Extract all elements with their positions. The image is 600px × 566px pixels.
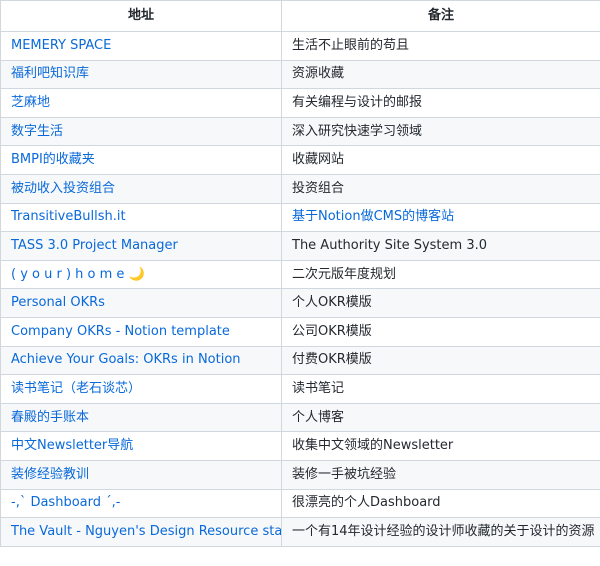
address-cell: Personal OKRs — [0, 288, 282, 318]
note-cell: 深入研究快速学习领域 — [281, 116, 600, 147]
header-note: 备注 — [281, 0, 600, 32]
address-cell: 福利吧知识库 — [0, 59, 282, 90]
table-row: 中文Newsletter导航 收集中文领域的Newsletter — [0, 431, 600, 461]
note-cell: 装修一手被坑经验 — [281, 459, 600, 490]
table-row: ( y o u r ) h o m e 🌙 二次元版年度规划 — [0, 259, 600, 290]
site-link[interactable]: 装修经验教训 — [11, 467, 89, 482]
table-body: MEMERY SPACE 生活不止眼前的苟且福利吧知识库 资源收藏芝麻地 有关编程与设… — [0, 31, 600, 547]
header-address: 地址 — [0, 0, 282, 32]
table-row: 被动收入投资组合 投资组合 — [0, 173, 600, 204]
note-text: 公司OKR模版 — [292, 323, 372, 339]
address-cell: 装修经验教训 — [0, 459, 282, 490]
note-text: 很漂亮的个人Dashboard — [292, 495, 441, 511]
site-link[interactable]: The Vault - Nguyen's Design Resource sta… — [11, 524, 281, 539]
note-text: 深入研究快速学习领域 — [292, 123, 423, 139]
table-row: 数字生活 深入研究快速学习领域 — [0, 116, 600, 147]
site-link[interactable]: 中文Newsletter导航 — [11, 438, 133, 453]
address-cell: 春殿的手账本 — [0, 402, 282, 433]
note-cell: 付费OKR模版 — [281, 345, 600, 376]
note-text: 投资组合 — [292, 180, 345, 196]
address-cell: 读书笔记（老石谈芯） — [0, 374, 282, 404]
note-text: 收集中文领域的Newsletter — [292, 438, 454, 454]
note-cell: 投资组合 — [281, 173, 600, 204]
table-row: MEMERY SPACE 生活不止眼前的苟且 — [0, 31, 600, 61]
note-cell: 二次元版年度规划 — [281, 259, 600, 290]
note-link[interactable]: 基于Notion做CMS的博客站 — [292, 209, 454, 224]
site-link[interactable]: 读书笔记（老石谈芯） — [11, 381, 141, 396]
address-cell: 中文Newsletter导航 — [0, 431, 282, 461]
table-row: BMPI的收藏夹 收藏网站 — [0, 145, 600, 175]
address-cell: 数字生活 — [0, 116, 282, 147]
note-text: 资源收藏 — [292, 66, 345, 82]
site-link[interactable]: MEMERY SPACE — [11, 38, 111, 53]
note-cell: 很漂亮的个人Dashboard — [281, 488, 600, 519]
note-text: 读书笔记 — [292, 380, 345, 396]
table-row: Company OKRs - Notion template 公司OKR模版 — [0, 316, 600, 347]
note-text: 一个有14年设计经验的设计师收藏的关于设计的资源 — [292, 523, 595, 539]
site-link[interactable]: Personal OKRs — [11, 295, 105, 310]
address-cell: 被动收入投资组合 — [0, 173, 282, 204]
address-cell: TASS 3.0 Project Manager — [0, 231, 282, 261]
note-cell: 个人OKR模版 — [281, 288, 600, 318]
table-row: 福利吧知识库 资源收藏 — [0, 59, 600, 90]
note-text: 二次元版年度规划 — [292, 266, 397, 282]
address-cell: TransitiveBullsh.it — [0, 202, 282, 233]
address-cell: The Vault - Nguyen's Design Resource sta… — [0, 517, 282, 547]
note-cell: 读书笔记 — [281, 374, 600, 404]
site-link[interactable]: BMPI的收藏夹 — [11, 152, 95, 167]
note-text: 个人博客 — [292, 409, 345, 425]
note-text: 个人OKR模版 — [292, 295, 372, 311]
site-link[interactable]: TransitiveBullsh.it — [11, 209, 126, 224]
address-cell: BMPI的收藏夹 — [0, 145, 282, 175]
site-link[interactable]: 春殿的手账本 — [11, 410, 89, 425]
note-cell: 收集中文领域的Newsletter — [281, 431, 600, 461]
site-link[interactable]: ( y o u r ) h o m e 🌙 — [11, 267, 145, 282]
address-cell: MEMERY SPACE — [0, 31, 282, 61]
note-cell: 公司OKR模版 — [281, 316, 600, 347]
site-link[interactable]: Achieve Your Goals: OKRs in Notion — [11, 352, 241, 367]
address-cell: ( y o u r ) h o m e 🌙 — [0, 259, 282, 290]
table-row: Personal OKRs 个人OKR模版 — [0, 288, 600, 318]
table-row: Achieve Your Goals: OKRs in Notion 付费OKR模… — [0, 345, 600, 376]
site-link[interactable]: 数字生活 — [11, 124, 63, 139]
note-cell: 一个有14年设计经验的设计师收藏的关于设计的资源 — [281, 517, 600, 547]
table-row: -,` Dashboard ´,- 很漂亮的个人Dashboard — [0, 488, 600, 519]
note-text: 付费OKR模版 — [292, 352, 372, 368]
table-row: 装修经验教训 装修一手被坑经验 — [0, 459, 600, 490]
address-cell: Achieve Your Goals: OKRs in Notion — [0, 345, 282, 376]
note-cell: 个人博客 — [281, 402, 600, 433]
note-text: 收藏网站 — [292, 152, 345, 168]
site-link[interactable]: -,` Dashboard ´,- — [11, 495, 120, 510]
site-link[interactable]: 福利吧知识库 — [11, 66, 89, 81]
site-link[interactable]: TASS 3.0 Project Manager — [11, 238, 178, 253]
table-row: TASS 3.0 Project Manager The Authority Si… — [0, 231, 600, 261]
note-cell: 生活不止眼前的苟且 — [281, 31, 600, 61]
note-cell: 资源收藏 — [281, 59, 600, 90]
table-row: 读书笔记（老石谈芯） 读书笔记 — [0, 374, 600, 404]
note-cell: 收藏网站 — [281, 145, 600, 175]
site-link[interactable]: 芝麻地 — [11, 95, 50, 110]
note-cell: 基于Notion做CMS的博客站 — [281, 202, 600, 233]
table-header-row: 地址 备注 — [0, 0, 600, 32]
table-row: 春殿的手账本 个人博客 — [0, 402, 600, 433]
address-cell: 芝麻地 — [0, 88, 282, 118]
table-row: TransitiveBullsh.it 基于Notion做CMS的博客站 — [0, 202, 600, 233]
note-text: 装修一手被坑经验 — [292, 466, 397, 482]
table-row: The Vault - Nguyen's Design Resource sta… — [0, 517, 600, 547]
note-text: The Authority Site System 3.0 — [292, 237, 487, 253]
address-cell: -,` Dashboard ´,- — [0, 488, 282, 519]
note-text: 有关编程与设计的邮报 — [292, 94, 423, 110]
site-link[interactable]: Company OKRs - Notion template — [11, 324, 230, 339]
resource-table: 地址 备注 MEMERY SPACE 生活不止眼前的苟且福利吧知识库 资源收藏芝麻地… — [0, 0, 600, 547]
table-row: 芝麻地 有关编程与设计的邮报 — [0, 88, 600, 118]
note-cell: The Authority Site System 3.0 — [281, 231, 600, 261]
address-cell: Company OKRs - Notion template — [0, 316, 282, 347]
note-text: 生活不止眼前的苟且 — [292, 37, 410, 53]
note-cell: 有关编程与设计的邮报 — [281, 88, 600, 118]
site-link[interactable]: 被动收入投资组合 — [11, 181, 115, 196]
